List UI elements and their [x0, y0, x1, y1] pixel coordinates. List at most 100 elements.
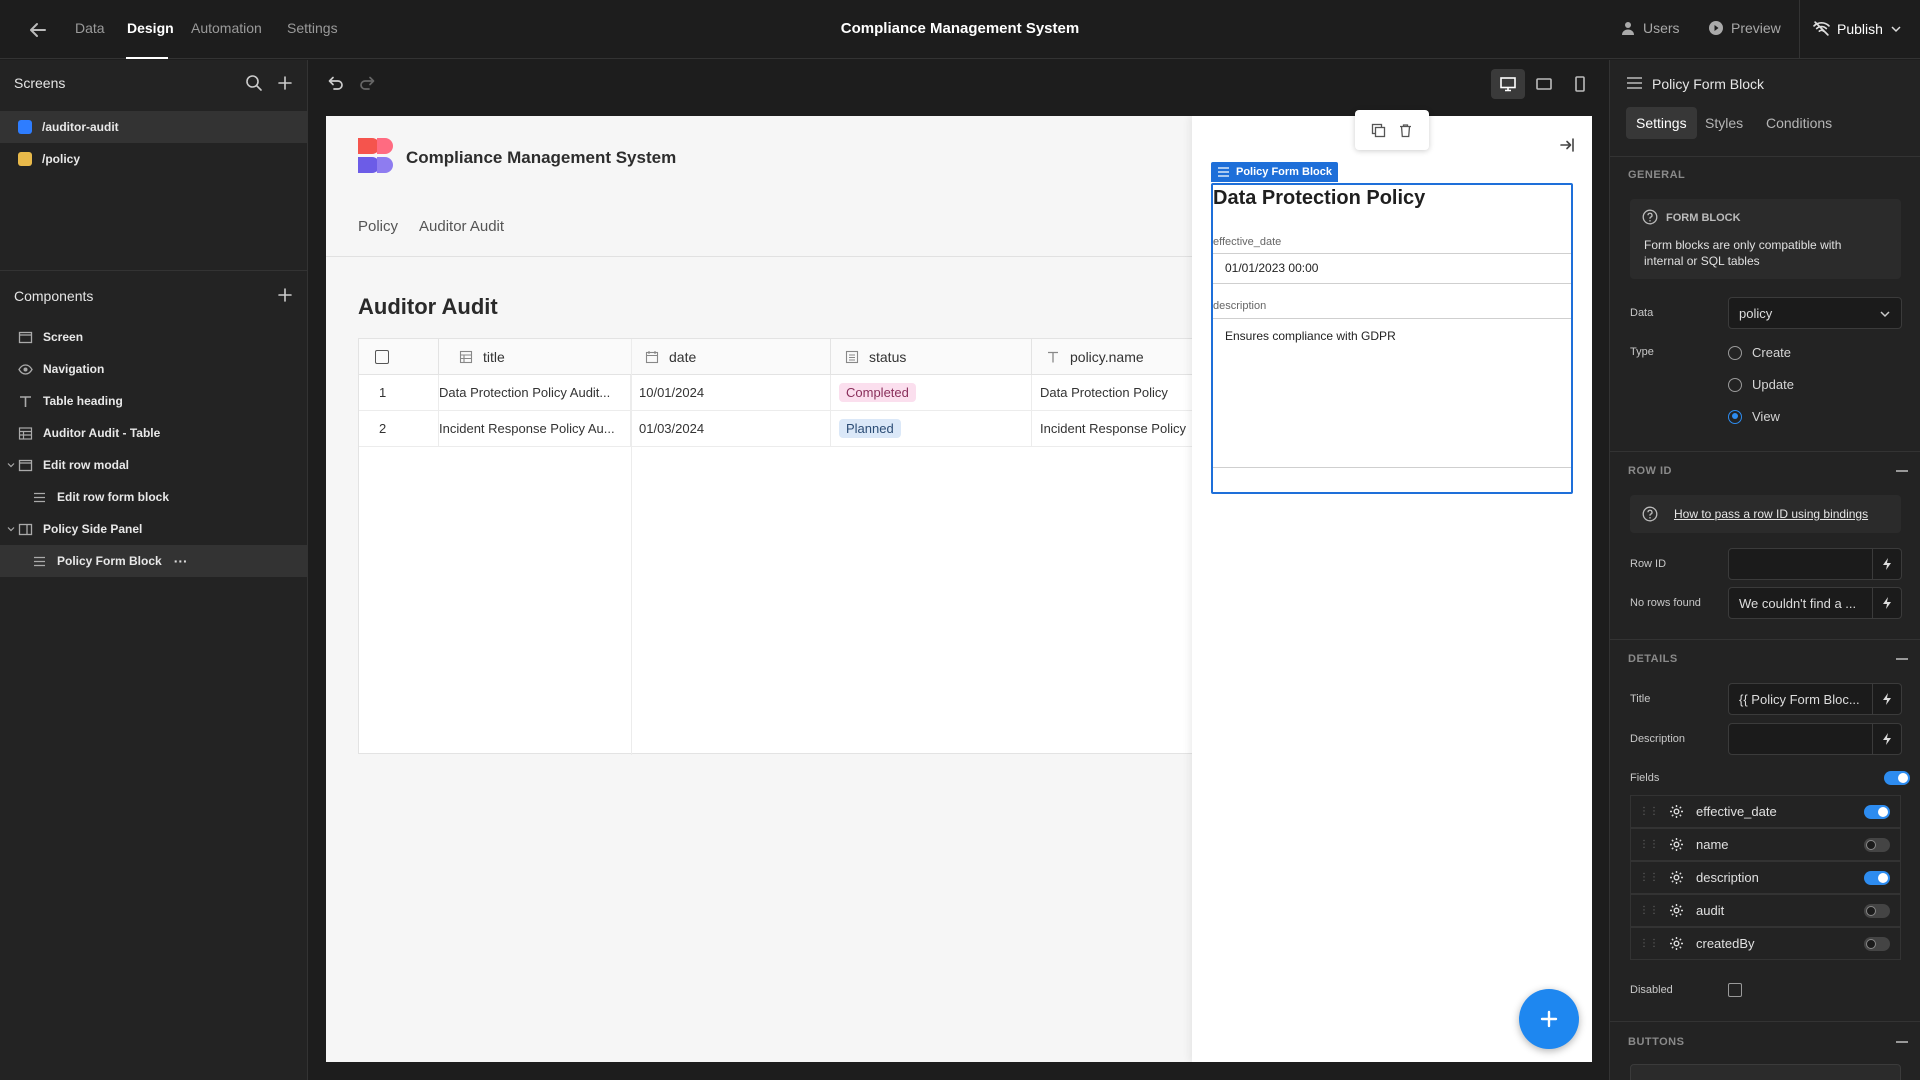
- search-icon[interactable]: [245, 74, 265, 94]
- screen-item-auditor-audit[interactable]: /auditor-audit: [0, 111, 308, 143]
- no-rows-found-input[interactable]: We couldn't find a ...: [1728, 587, 1874, 619]
- description-label: Description: [1630, 733, 1686, 745]
- desktop-view-button[interactable]: [1491, 69, 1525, 99]
- users-button[interactable]: Users: [1620, 20, 1680, 36]
- trash-icon[interactable]: [1398, 123, 1413, 138]
- tab-settings-panel[interactable]: Settings: [1626, 107, 1697, 139]
- component-auditor-audit-table[interactable]: Auditor Audit - Table: [18, 417, 160, 449]
- component-screen[interactable]: Screen: [18, 321, 83, 353]
- mobile-view-button[interactable]: [1563, 69, 1597, 99]
- cell-title[interactable]: Data Protection Policy Audit...: [439, 375, 631, 411]
- tab-settings[interactable]: Settings: [287, 20, 338, 36]
- effective-date-field[interactable]: 01/01/2023 00:00: [1213, 253, 1571, 284]
- duplicate-icon[interactable]: [1371, 123, 1386, 138]
- nav-link-policy[interactable]: Policy: [358, 218, 398, 235]
- tab-design[interactable]: Design: [127, 20, 174, 36]
- radio-button[interactable]: [1728, 377, 1742, 392]
- row-id-binding-button[interactable]: [1872, 548, 1902, 580]
- cell-date[interactable]: 10/01/2024: [631, 375, 831, 411]
- more-options-icon[interactable]: ···: [174, 553, 188, 569]
- table-header-status[interactable]: status: [831, 339, 1032, 375]
- component-edit-row-modal[interactable]: Edit row modal: [18, 449, 129, 481]
- field-toggle[interactable]: [1864, 903, 1890, 918]
- description-binding-button[interactable]: [1872, 723, 1902, 755]
- description-input[interactable]: [1728, 723, 1874, 755]
- radio-button[interactable]: [1728, 345, 1742, 360]
- tab-automation[interactable]: Automation: [191, 20, 262, 36]
- collapse-panel-icon[interactable]: [1558, 136, 1576, 154]
- tablet-view-button[interactable]: [1527, 69, 1561, 99]
- gear-icon[interactable]: [1669, 837, 1684, 852]
- caret-down-icon[interactable]: [7, 525, 15, 533]
- fields-master-toggle[interactable]: [1884, 771, 1910, 785]
- redo-icon[interactable]: [358, 73, 378, 93]
- field-toggle[interactable]: [1864, 804, 1890, 819]
- no-rows-binding-button[interactable]: [1872, 587, 1902, 619]
- component-table-heading[interactable]: Table heading: [18, 385, 123, 417]
- buttons-section-heading: BUTTONS: [1628, 1036, 1685, 1048]
- title-input[interactable]: {{ Policy Form Bloc...: [1728, 683, 1874, 715]
- add-component-plus-icon[interactable]: [276, 286, 296, 306]
- field-toggle[interactable]: [1864, 837, 1890, 852]
- cell-status[interactable]: Completed: [831, 375, 1032, 411]
- type-label: Type: [1630, 346, 1654, 358]
- calendar-icon: [645, 350, 659, 363]
- cell-title[interactable]: Incident Response Policy Au...: [439, 411, 631, 447]
- description-textarea[interactable]: Ensures compliance with GDPR: [1213, 318, 1571, 468]
- drag-handle-icon[interactable]: ⋮⋮: [1639, 905, 1659, 916]
- screen-item-policy[interactable]: /policy: [0, 143, 308, 175]
- tab-styles[interactable]: Styles: [1695, 107, 1753, 139]
- data-select[interactable]: policy: [1728, 297, 1902, 329]
- component-navigation[interactable]: Navigation: [18, 353, 104, 385]
- publish-button[interactable]: Publish: [1813, 20, 1902, 37]
- add-screen-plus-icon[interactable]: [276, 74, 296, 94]
- type-radio-update[interactable]: Update: [1728, 377, 1794, 392]
- row-id-input[interactable]: [1728, 548, 1874, 580]
- field-row-effective-date[interactable]: ⋮⋮ effective_date: [1630, 795, 1901, 828]
- gear-icon[interactable]: [1669, 903, 1684, 918]
- gear-icon[interactable]: [1669, 804, 1684, 819]
- field-toggle[interactable]: [1864, 870, 1890, 885]
- drag-handle-icon[interactable]: ⋮⋮: [1639, 938, 1659, 949]
- drag-handle-icon[interactable]: ⋮⋮: [1639, 872, 1659, 883]
- type-radio-create[interactable]: Create: [1728, 345, 1791, 360]
- radio-button-selected[interactable]: [1728, 409, 1742, 424]
- table-column-icon: [459, 350, 473, 363]
- back-arrow-icon[interactable]: [26, 18, 50, 42]
- gear-icon[interactable]: [1669, 870, 1684, 885]
- tab-conditions[interactable]: Conditions: [1756, 107, 1842, 139]
- undo-icon[interactable]: [325, 73, 345, 93]
- caret-down-icon[interactable]: [7, 461, 15, 469]
- table-header-date[interactable]: date: [631, 339, 831, 375]
- component-policy-side-panel[interactable]: Policy Side Panel: [18, 513, 142, 545]
- field-toggle[interactable]: [1864, 936, 1890, 951]
- cell-date[interactable]: 01/03/2024: [631, 411, 831, 447]
- column-label: title: [483, 348, 505, 365]
- drag-handle-icon[interactable]: ⋮⋮: [1639, 806, 1659, 817]
- add-fab-button[interactable]: [1519, 989, 1579, 1049]
- preview-button[interactable]: Preview: [1708, 20, 1781, 36]
- field-label-description: description: [1213, 300, 1267, 312]
- field-row-description[interactable]: ⋮⋮ description: [1630, 861, 1901, 894]
- select-all-checkbox[interactable]: [375, 349, 389, 364]
- collapse-minus-icon[interactable]: [1896, 658, 1908, 660]
- add-button-button[interactable]: Add button: [1630, 1064, 1901, 1080]
- tab-data[interactable]: Data: [75, 20, 105, 36]
- nav-link-auditor-audit[interactable]: Auditor Audit: [419, 218, 504, 235]
- field-row-audit[interactable]: ⋮⋮ audit: [1630, 894, 1901, 927]
- gear-icon[interactable]: [1669, 936, 1684, 951]
- row-id-help-link[interactable]: How to pass a row ID using bindings: [1674, 507, 1868, 521]
- collapse-minus-icon[interactable]: [1896, 1041, 1908, 1043]
- type-radio-view[interactable]: View: [1728, 409, 1780, 424]
- title-binding-button[interactable]: [1872, 683, 1902, 715]
- cell-status[interactable]: Planned: [831, 411, 1032, 447]
- field-label-effective-date: effective_date: [1213, 236, 1282, 248]
- component-policy-form-block[interactable]: Policy Form Block ···: [0, 545, 308, 577]
- disabled-checkbox[interactable]: [1728, 983, 1742, 997]
- field-row-name[interactable]: ⋮⋮ name: [1630, 828, 1901, 861]
- field-row-createdby[interactable]: ⋮⋮ createdBy: [1630, 927, 1901, 960]
- drag-handle-icon[interactable]: ⋮⋮: [1639, 839, 1659, 850]
- component-edit-row-form-block[interactable]: Edit row form block: [32, 481, 169, 513]
- general-section-heading: GENERAL: [1628, 169, 1686, 181]
- collapse-minus-icon[interactable]: [1896, 470, 1908, 472]
